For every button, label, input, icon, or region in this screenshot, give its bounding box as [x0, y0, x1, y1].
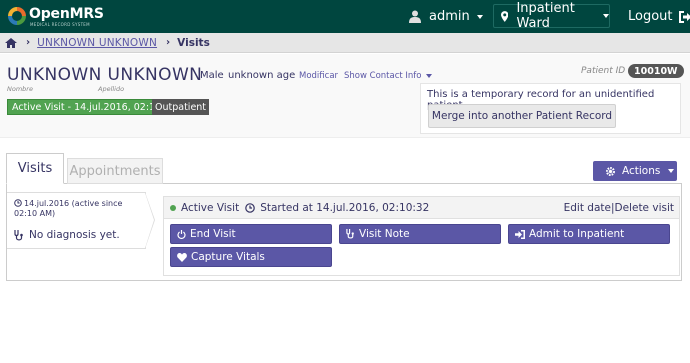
unknown-patient-notice: This is a temporary record for an uniden…	[420, 83, 681, 134]
delete-visit-link[interactable]: Delete visit	[615, 202, 674, 214]
patient-name: UNKNOWN UNKNOWN	[7, 65, 203, 85]
breadcrumb: › UNKNOWN UNKNOWN › Visits	[0, 33, 690, 53]
clock-icon	[14, 199, 22, 207]
breadcrumb-current: Visits	[177, 36, 210, 49]
logo-text[interactable]: OpenMRS	[29, 6, 104, 22]
breadcrumb-patient-link[interactable]: UNKNOWN UNKNOWN	[37, 37, 157, 49]
active-status-dot	[170, 204, 176, 211]
logout-link[interactable]: Logout	[628, 0, 690, 33]
edit-patient-link[interactable]: Modificar	[299, 71, 338, 81]
admit-label: Admit to Inpatient	[529, 228, 625, 240]
power-off-icon	[177, 229, 186, 239]
visit-started: Started at 14.jul.2016, 02:10:32	[260, 201, 430, 214]
stethoscope-icon	[346, 229, 354, 239]
top-navbar: OpenMRS MEDICAL RECORD SYSTEM admin Inpa…	[0, 0, 690, 33]
edit-date-link[interactable]: Edit date	[564, 202, 611, 214]
actions-dropdown-button[interactable]: Actions	[593, 161, 677, 181]
visit-date: 14.jul.2016 (active since 02:10 AM)	[14, 199, 129, 219]
sign-out-icon	[678, 10, 690, 23]
capture-vitals-button[interactable]: Capture Vitals	[170, 247, 332, 267]
patient-age: unknown age	[228, 70, 296, 81]
tab-visits[interactable]: Visits	[6, 153, 64, 184]
patient-tabs: Visits Appointments	[6, 153, 682, 184]
patient-gender: Male	[200, 70, 224, 81]
chevron-down-icon	[668, 169, 675, 173]
given-name-label: Nombre	[7, 85, 33, 93]
family-name-label: Apellido	[98, 85, 125, 93]
patient-id-value: 10010W	[628, 64, 684, 78]
chevron-down-icon	[476, 14, 483, 19]
diagnosis-text: No diagnosis yet.	[29, 229, 120, 241]
gear-icon	[605, 166, 616, 176]
caret-down-icon	[425, 74, 432, 78]
location-selector[interactable]: Inpatient Ward	[493, 1, 610, 31]
location-name: Inpatient Ward	[516, 1, 575, 31]
visit-note-label: Visit Note	[359, 228, 410, 240]
visit-links: Edit date|Delete visit	[564, 202, 674, 214]
map-marker-icon	[501, 10, 509, 22]
visit-diagnosis: No diagnosis yet.	[14, 229, 120, 241]
home-icon[interactable]	[5, 37, 17, 48]
show-contact-info-label: Show Contact Info	[344, 71, 422, 81]
end-visit-button[interactable]: End Visit	[170, 224, 332, 244]
visit-status: Active Visit	[181, 201, 240, 214]
chevron-down-icon	[603, 14, 609, 18]
visit-type-badge: Outpatient	[152, 99, 210, 115]
visits-panel: 14.jul.2016 (active since 02:10 AM) No d…	[6, 184, 682, 281]
admit-to-inpatient-button[interactable]: Admit to Inpatient	[508, 224, 670, 244]
stethoscope-icon	[14, 229, 23, 240]
show-contact-info-link[interactable]: Show Contact Info	[344, 71, 432, 81]
clock-icon	[245, 202, 256, 213]
visit-detail-header: Active Visit Started at 14.jul.2016, 02:…	[163, 196, 680, 219]
sign-in-icon	[515, 229, 525, 239]
logout-label: Logout	[628, 9, 673, 24]
chevron-right-icon: ›	[26, 37, 31, 48]
merge-patient-button[interactable]: Merge into another Patient Record	[428, 104, 616, 128]
openmrs-logo-icon[interactable]	[7, 6, 27, 26]
patient-id-label: Patient ID	[581, 66, 626, 76]
visit-actions: End Visit Visit Note Admit to Inpatient	[163, 219, 680, 276]
actions-label: Actions	[622, 165, 661, 177]
visit-detail: Active Visit Started at 14.jul.2016, 02:…	[163, 196, 680, 276]
selected-arrow-fill	[145, 193, 154, 248]
end-visit-label: End Visit	[190, 228, 236, 240]
logo-subtext: MEDICAL RECORD SYSTEM	[30, 22, 90, 27]
visit-date-text: 14.jul.2016 (active since 02:10 AM)	[14, 199, 123, 218]
user-icon	[409, 10, 421, 23]
user-menu[interactable]: admin	[409, 0, 483, 33]
patient-header: UNKNOWN UNKNOWN Nombre Apellido Male unk…	[0, 54, 690, 138]
chevron-right-icon: ›	[166, 37, 171, 48]
visit-list-item[interactable]: 14.jul.2016 (active since 02:10 AM) No d…	[7, 192, 146, 249]
visit-note-button[interactable]: Visit Note	[339, 224, 501, 244]
capture-vitals-label: Capture Vitals	[191, 251, 265, 263]
tab-appointments[interactable]: Appointments	[67, 158, 163, 184]
heart-icon	[177, 252, 187, 262]
username: admin	[429, 9, 470, 24]
